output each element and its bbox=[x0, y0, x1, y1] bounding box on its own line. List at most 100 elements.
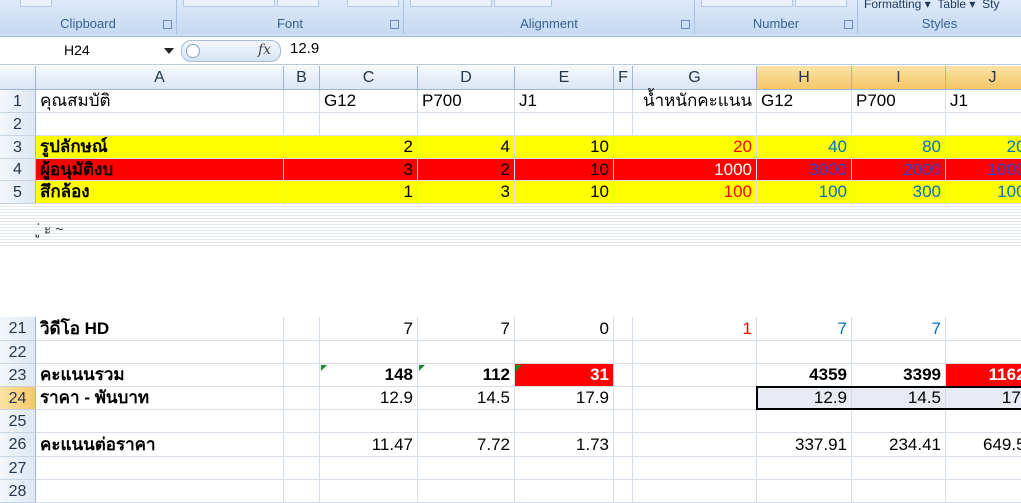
cell-h24[interactable]: 12.9 bbox=[757, 387, 852, 410]
cell-b25[interactable] bbox=[284, 410, 320, 433]
cell-h1[interactable]: G12 bbox=[757, 90, 852, 113]
cell-b5[interactable] bbox=[284, 181, 320, 204]
cell-c28[interactable] bbox=[320, 480, 418, 503]
cell-e2[interactable] bbox=[515, 113, 614, 136]
number-launcher-icon[interactable] bbox=[844, 20, 853, 29]
number-format-control[interactable] bbox=[701, 0, 793, 7]
cell-e22[interactable] bbox=[515, 341, 614, 364]
cell-j25[interactable] bbox=[946, 410, 1021, 433]
cell-f28[interactable] bbox=[614, 480, 633, 503]
cell-i21[interactable]: 7 bbox=[852, 317, 946, 341]
cancel-circle-icon[interactable] bbox=[186, 44, 200, 58]
cell-i1[interactable]: P700 bbox=[852, 90, 946, 113]
cell-b24[interactable] bbox=[284, 387, 320, 410]
column-header-i[interactable]: I bbox=[852, 66, 946, 90]
cell-b2[interactable] bbox=[284, 113, 320, 136]
cell-d4[interactable]: 2 bbox=[418, 159, 515, 181]
cell-e27[interactable] bbox=[515, 457, 614, 480]
cell-c23[interactable]: 148 bbox=[320, 364, 418, 387]
cell-a26[interactable]: คะแนนต่อราคา bbox=[36, 433, 284, 457]
cell-c21[interactable]: 7 bbox=[320, 317, 418, 341]
cell-g5[interactable]: 100 bbox=[633, 181, 757, 204]
column-header-e[interactable]: E bbox=[515, 66, 614, 90]
cell-a27[interactable] bbox=[36, 457, 284, 480]
cell-h25[interactable] bbox=[757, 410, 852, 433]
cell-e23[interactable]: 31 bbox=[515, 364, 614, 387]
cell-g25[interactable] bbox=[633, 410, 757, 433]
formula-input[interactable]: 12.9 bbox=[290, 40, 319, 57]
cell-c2[interactable] bbox=[320, 113, 418, 136]
chevron-down-icon[interactable] bbox=[164, 48, 174, 54]
cell-f21[interactable] bbox=[614, 317, 633, 341]
percent-control[interactable] bbox=[795, 0, 847, 7]
cell-g27[interactable] bbox=[633, 457, 757, 480]
cell-g23[interactable] bbox=[633, 364, 757, 387]
cell-j22[interactable] bbox=[946, 341, 1021, 364]
cell-e24[interactable]: 17.9 bbox=[515, 387, 614, 410]
cell-f23[interactable] bbox=[614, 364, 633, 387]
cell-g28[interactable] bbox=[633, 480, 757, 503]
cell-d2[interactable] bbox=[418, 113, 515, 136]
font-grow-control[interactable] bbox=[347, 0, 399, 7]
cell-f25[interactable] bbox=[614, 410, 633, 433]
row-header-22[interactable]: 22 bbox=[0, 341, 36, 364]
row-header-28[interactable]: 28 bbox=[0, 480, 36, 503]
cell-a24[interactable]: ราคา - พันบาท bbox=[36, 387, 284, 410]
cell-e28[interactable] bbox=[515, 480, 614, 503]
row-header-3[interactable]: 3 bbox=[0, 136, 36, 159]
row-header-24[interactable]: 24 bbox=[0, 387, 36, 410]
cell-a22[interactable] bbox=[36, 341, 284, 364]
cell-j3[interactable]: 200 bbox=[946, 136, 1021, 159]
cell-e21[interactable]: 0 bbox=[515, 317, 614, 341]
cell-f26[interactable] bbox=[614, 433, 633, 457]
insert-function-icon[interactable]: fx bbox=[258, 42, 271, 58]
cell-d28[interactable] bbox=[418, 480, 515, 503]
conditional-formatting-button[interactable]: Formatting ▾ bbox=[864, 0, 931, 11]
cell-f1[interactable] bbox=[614, 90, 633, 113]
alignment-top-control[interactable] bbox=[410, 0, 492, 7]
cell-a21[interactable]: วิดีโอ HD bbox=[36, 317, 284, 341]
font-launcher-icon[interactable] bbox=[390, 20, 399, 29]
row-header-1[interactable]: 1 bbox=[0, 90, 36, 113]
cell-c3[interactable]: 2 bbox=[320, 136, 418, 159]
cell-b22[interactable] bbox=[284, 341, 320, 364]
cell-j4[interactable]: 10000 bbox=[946, 159, 1021, 181]
format-as-table-button[interactable]: Table ▾ bbox=[937, 0, 975, 11]
cell-i26[interactable]: 234.41 bbox=[852, 433, 946, 457]
cell-e4[interactable]: 10 bbox=[515, 159, 614, 181]
cell-a4[interactable]: ผู้อนุมัติงบ bbox=[36, 159, 284, 181]
cell-a1[interactable]: คุณสมบัติ bbox=[36, 90, 284, 113]
cell-h26[interactable]: 337.91 bbox=[757, 433, 852, 457]
cell-d27[interactable] bbox=[418, 457, 515, 480]
row-header-21[interactable]: 21 bbox=[0, 317, 36, 341]
cell-c24[interactable]: 12.9 bbox=[320, 387, 418, 410]
cell-b26[interactable] bbox=[284, 433, 320, 457]
paste-control[interactable] bbox=[20, 0, 52, 7]
row-header-27[interactable]: 27 bbox=[0, 457, 36, 480]
cell-i4[interactable]: 2000 bbox=[852, 159, 946, 181]
cell-i24[interactable]: 14.5 bbox=[852, 387, 946, 410]
row-header-4[interactable]: 4 bbox=[0, 159, 36, 181]
row-header-26[interactable]: 26 bbox=[0, 433, 36, 457]
cell-g1[interactable]: น้ำหนักคะแนน bbox=[633, 90, 757, 113]
cell-h5[interactable]: 100 bbox=[757, 181, 852, 204]
cell-j28[interactable] bbox=[946, 480, 1021, 503]
row-header-5[interactable]: 5 bbox=[0, 181, 36, 204]
cell-g26[interactable] bbox=[633, 433, 757, 457]
cell-g4[interactable]: 1000 bbox=[633, 159, 757, 181]
cell-b3[interactable] bbox=[284, 136, 320, 159]
cell-f2[interactable] bbox=[614, 113, 633, 136]
cell-f27[interactable] bbox=[614, 457, 633, 480]
name-box[interactable]: H24 bbox=[4, 40, 174, 60]
cell-styles-button[interactable]: Sty bbox=[982, 0, 999, 11]
column-header-h[interactable]: H bbox=[757, 66, 852, 90]
row-header-25[interactable]: 25 bbox=[0, 410, 36, 433]
cell-d21[interactable]: 7 bbox=[418, 317, 515, 341]
column-header-b[interactable]: B bbox=[284, 66, 320, 90]
cell-i25[interactable] bbox=[852, 410, 946, 433]
cell-b23[interactable] bbox=[284, 364, 320, 387]
cell-h22[interactable] bbox=[757, 341, 852, 364]
cell-a2[interactable] bbox=[36, 113, 284, 136]
cell-i5[interactable]: 300 bbox=[852, 181, 946, 204]
cell-j27[interactable] bbox=[946, 457, 1021, 480]
